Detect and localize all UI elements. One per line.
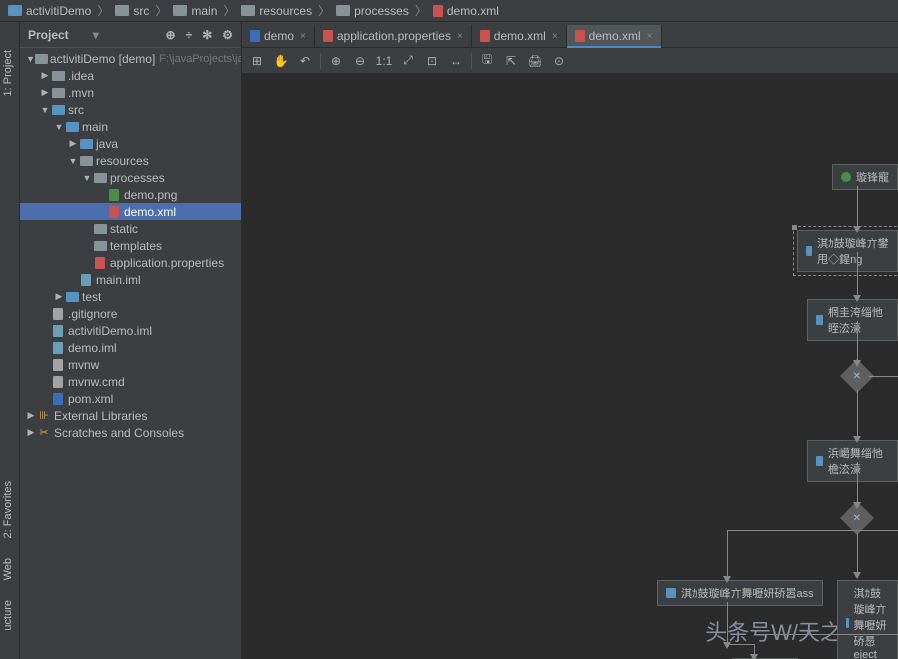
- toolbar-button[interactable]: ↶: [296, 52, 314, 70]
- toolbar-button[interactable]: ⇱: [502, 52, 520, 70]
- editor-area: demo×application.properties×demo.xml×dem…: [242, 22, 898, 659]
- xmlf-icon: [92, 257, 108, 269]
- tree-row[interactable]: ▼main: [20, 118, 241, 135]
- structure-tool-tab[interactable]: ucture: [0, 592, 19, 639]
- panel-header-icons: ⊕ ÷ ✻ ⚙: [166, 28, 233, 42]
- project-tree[interactable]: ▼activitiDemo [demo]F:\javaProjects\java…: [20, 48, 241, 659]
- folder-icon: [92, 173, 108, 183]
- tree-row[interactable]: ▶mvnw.cmd: [20, 373, 241, 390]
- flow-node-start[interactable]: 璇锋寵: [832, 164, 898, 190]
- toolbar-button[interactable]: 1:1: [375, 52, 393, 70]
- flow-node-task3[interactable]: 浜嶱舞缁忚檐㳒濠: [807, 440, 898, 482]
- toolbar-button[interactable]: 🖫: [478, 52, 496, 70]
- folder-icon: [92, 241, 108, 251]
- src-icon: [64, 122, 80, 132]
- iml-icon: [50, 342, 66, 354]
- src-icon: [64, 292, 80, 302]
- tree-row[interactable]: ▶.gitignore: [20, 305, 241, 322]
- tree-row[interactable]: ▶✂Scratches and Consoles: [20, 424, 241, 441]
- editor-tab[interactable]: demo.xml×: [567, 25, 662, 47]
- breadcrumb-item[interactable]: processes: [332, 4, 413, 18]
- editor-tab[interactable]: demo×: [242, 25, 315, 47]
- web-tool-tab[interactable]: Web: [0, 550, 19, 588]
- file-icon: [50, 359, 66, 371]
- toolbar-button[interactable]: ⊡: [423, 52, 441, 70]
- m-icon: [50, 393, 66, 405]
- panel-header-icon[interactable]: ⊕: [166, 28, 176, 42]
- flow-node-task2[interactable]: 棢圭洿缁忚眰㳒濠: [807, 299, 898, 341]
- tree-row[interactable]: ▶activitiDemo.iml: [20, 322, 241, 339]
- editor-toolbar: ⊞ ✋ ↶ ⊕ ⊖ 1:1 ⤢ ⊡ ↔ 🖫 ⇱ 🖨 ⊙: [242, 48, 898, 74]
- toolbar-button[interactable]: ⤢: [399, 52, 417, 70]
- tree-row[interactable]: ▶static: [20, 220, 241, 237]
- tree-row[interactable]: ▶application.properties: [20, 254, 241, 271]
- editor-tabs: demo×application.properties×demo.xml×dem…: [242, 22, 898, 48]
- breadcrumb-item[interactable]: main: [169, 4, 221, 18]
- project-panel: Project ▾ ⊕÷✻⚙ ▼activitiDemo [demo]F:\ja…: [20, 22, 242, 659]
- png-icon: [106, 189, 122, 201]
- flow-node-taskL[interactable]: 淇ｶ鼓璇峰亣舞嚦妍硚嚣ass: [657, 580, 823, 606]
- tree-row[interactable]: ▶demo.xml: [20, 203, 241, 220]
- editor-tab[interactable]: application.properties×: [315, 25, 472, 47]
- toolbar-button[interactable]: ⊖: [351, 52, 369, 70]
- tree-row[interactable]: ▶demo.png: [20, 186, 241, 203]
- editor-tab[interactable]: demo.xml×: [472, 25, 567, 47]
- folder-icon: [50, 71, 66, 81]
- iml-icon: [50, 325, 66, 337]
- lib-icon: ⊪: [36, 409, 52, 422]
- breadcrumb-item[interactable]: activitiDemo: [4, 4, 95, 18]
- project-panel-header: Project ▾ ⊕÷✻⚙: [20, 22, 241, 48]
- file-icon: [50, 308, 66, 320]
- breadcrumb: activitiDemo〉src〉main〉resources〉processe…: [0, 0, 898, 22]
- tree-row[interactable]: ▼resources: [20, 152, 241, 169]
- iml-icon: [78, 274, 94, 286]
- breadcrumb-item[interactable]: src: [111, 4, 153, 18]
- project-tool-tab[interactable]: 1: Project: [0, 42, 19, 104]
- toolbar-button[interactable]: ⊙: [550, 52, 568, 70]
- tree-row[interactable]: ▶.idea: [20, 67, 241, 84]
- panel-header-icon[interactable]: ⚙: [222, 28, 233, 42]
- diagram-canvas[interactable]: 头条号W/天之道居 璇锋寵淇ｶ鼓璇峰亣鐢甩◇鍟ng棢圭洿缁忚眰㳒濠浜嶱舞缁忚檐㳒…: [242, 74, 898, 659]
- scratch-icon: ✂: [36, 426, 52, 439]
- close-icon[interactable]: ×: [552, 31, 558, 42]
- folder-icon: [78, 156, 94, 166]
- flow-node-task1[interactable]: 淇ｶ鼓璇峰亣鐢甩◇鍟ng: [797, 230, 898, 272]
- tree-row[interactable]: ▶test: [20, 288, 241, 305]
- sidebar-tool-tabs: 1: Project 2: Favorites Web ucture: [0, 22, 20, 659]
- toolbar-button[interactable]: ✋: [272, 52, 290, 70]
- folder-icon: [92, 224, 108, 234]
- toolbar-button[interactable]: ⊞: [248, 52, 266, 70]
- flow-node-taskR[interactable]: 淇ｶ鼓璇峰亣舞嚦妍硚惖eject: [837, 580, 898, 659]
- toolbar-button[interactable]: ⊕: [327, 52, 345, 70]
- root-icon: [35, 54, 48, 64]
- toolbar-button[interactable]: ↔: [447, 52, 465, 70]
- file-icon: [50, 376, 66, 388]
- xmlf-icon: [106, 206, 122, 218]
- panel-header-icon[interactable]: ✻: [202, 28, 212, 42]
- toolbar-button[interactable]: 🖨: [526, 52, 544, 70]
- tree-row[interactable]: ▶⊪External Libraries: [20, 407, 241, 424]
- folder-icon: [50, 88, 66, 98]
- src-icon: [50, 105, 66, 115]
- close-icon[interactable]: ×: [300, 31, 306, 42]
- tree-row[interactable]: ▶main.iml: [20, 271, 241, 288]
- close-icon[interactable]: ×: [457, 31, 463, 42]
- tree-row[interactable]: ▶java: [20, 135, 241, 152]
- tree-row[interactable]: ▼processes: [20, 169, 241, 186]
- src-icon: [78, 139, 94, 149]
- tree-row[interactable]: ▶demo.iml: [20, 339, 241, 356]
- panel-title: Project: [28, 28, 93, 42]
- breadcrumb-item[interactable]: demo.xml: [429, 4, 503, 18]
- favorites-tool-tab[interactable]: 2: Favorites: [0, 473, 19, 546]
- tree-row[interactable]: ▶.mvn: [20, 84, 241, 101]
- panel-header-icon[interactable]: ÷: [186, 28, 193, 42]
- breadcrumb-item[interactable]: resources: [237, 4, 316, 18]
- tree-row[interactable]: ▶templates: [20, 237, 241, 254]
- tree-row[interactable]: ▶mvnw: [20, 356, 241, 373]
- close-icon[interactable]: ×: [647, 31, 653, 42]
- tree-row[interactable]: ▶pom.xml: [20, 390, 241, 407]
- tree-row[interactable]: ▼src: [20, 101, 241, 118]
- tree-row[interactable]: ▼activitiDemo [demo]F:\javaProjects\java…: [20, 50, 241, 67]
